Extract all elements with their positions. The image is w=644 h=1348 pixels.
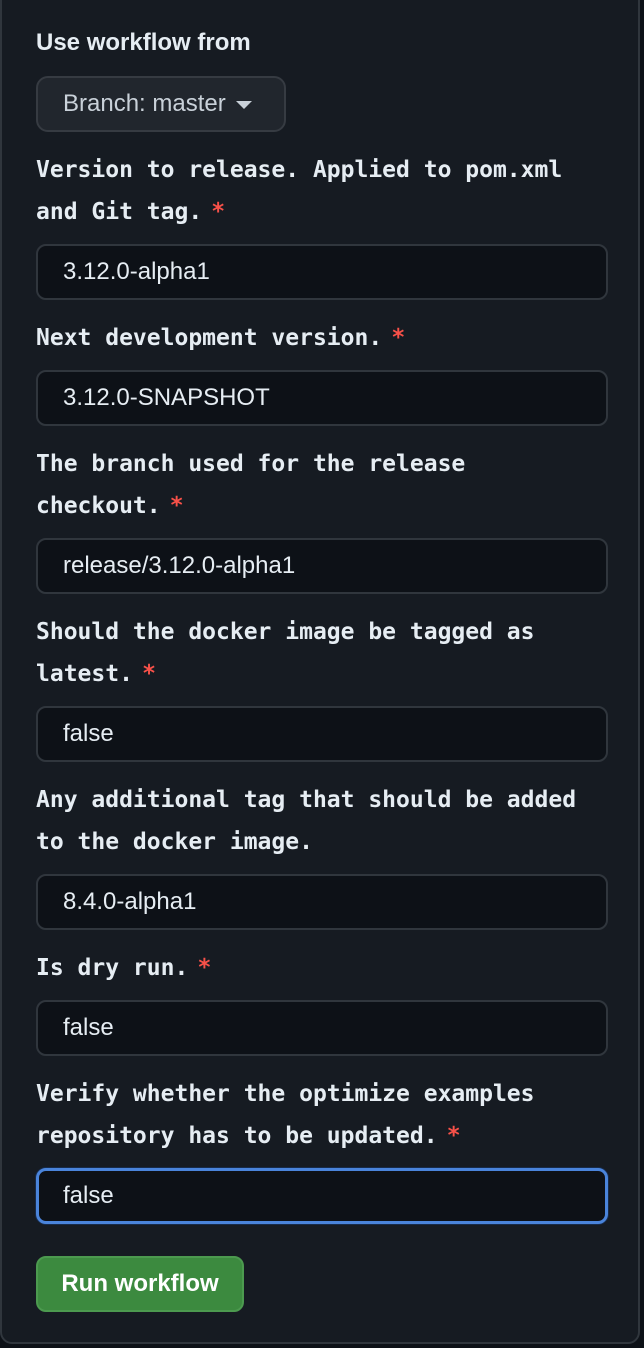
required-asterisk: * bbox=[198, 955, 211, 981]
field-label-version-to-release: Version to release. Applied to pom.xml a… bbox=[36, 149, 616, 233]
docker-latest-input[interactable] bbox=[36, 706, 608, 762]
dry-run-input[interactable] bbox=[36, 1000, 608, 1056]
optimize-examples-input[interactable] bbox=[36, 1168, 608, 1224]
field-label-dry-run: Is dry run. * bbox=[36, 947, 616, 989]
run-workflow-button[interactable]: Run workflow bbox=[36, 1256, 244, 1312]
required-asterisk: * bbox=[170, 493, 183, 519]
required-asterisk: * bbox=[447, 1123, 460, 1149]
required-asterisk: * bbox=[212, 199, 225, 225]
field-label-optimize-examples: Verify whether the optimize examples rep… bbox=[36, 1073, 616, 1157]
field-label-text: Should the docker image be tagged as lat… bbox=[36, 619, 535, 687]
field-label-text: Is dry run. bbox=[36, 955, 189, 981]
field-label-docker-latest: Should the docker image be tagged as lat… bbox=[36, 611, 616, 695]
branch-select-button[interactable]: Branch: master bbox=[36, 76, 286, 132]
field-label-text: Verify whether the optimize examples rep… bbox=[36, 1081, 535, 1149]
use-workflow-from-label: Use workflow from bbox=[36, 29, 251, 56]
field-label-text: Version to release. Applied to pom.xml a… bbox=[36, 157, 563, 225]
required-asterisk: * bbox=[392, 325, 405, 351]
field-label-text: Next development version. bbox=[36, 325, 383, 351]
caret-down-icon bbox=[235, 101, 252, 109]
field-label-text: Any additional tag that should be added … bbox=[36, 787, 577, 855]
field-label-release-branch: The branch used for the release checkout… bbox=[36, 443, 616, 527]
field-label-text: The branch used for the release checkout… bbox=[36, 451, 466, 519]
field-label-next-development-version: Next development version. * bbox=[36, 317, 616, 359]
required-asterisk: * bbox=[142, 661, 155, 687]
branch-select-label: Branch: master bbox=[63, 90, 226, 117]
next-development-version-input[interactable] bbox=[36, 370, 608, 426]
release-branch-input[interactable] bbox=[36, 538, 608, 594]
additional-docker-tag-input[interactable] bbox=[36, 874, 608, 930]
version-to-release-input[interactable] bbox=[36, 244, 608, 300]
field-label-additional-docker-tag: Any additional tag that should be added … bbox=[36, 779, 616, 863]
